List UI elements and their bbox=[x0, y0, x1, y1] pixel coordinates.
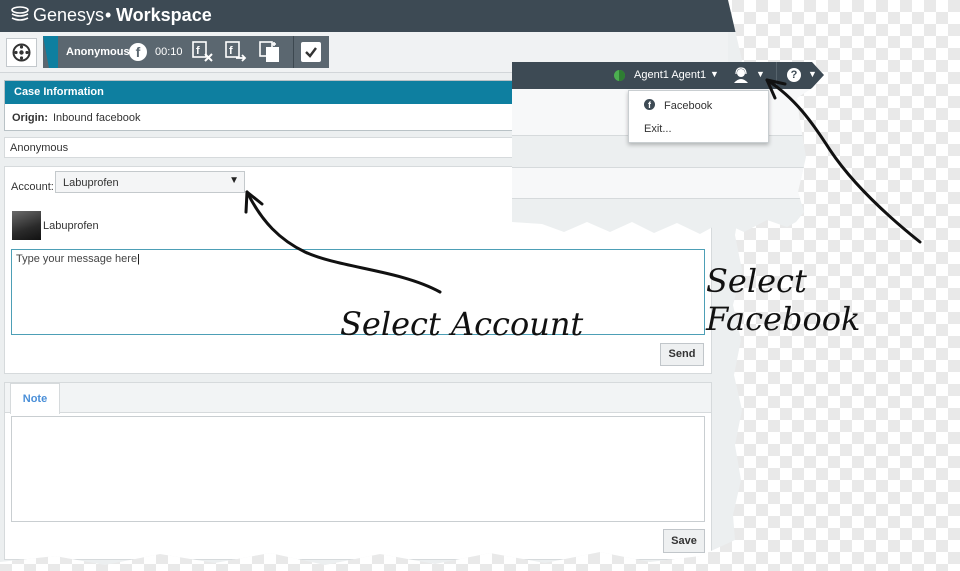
select-facebook-arrowhead bbox=[765, 78, 787, 100]
select-account-arrow bbox=[245, 190, 442, 294]
select-facebook-annotation: Select Facebook bbox=[706, 262, 861, 338]
select-account-annotation: Select Account bbox=[340, 305, 584, 343]
select-facebook-arrow bbox=[765, 78, 922, 244]
